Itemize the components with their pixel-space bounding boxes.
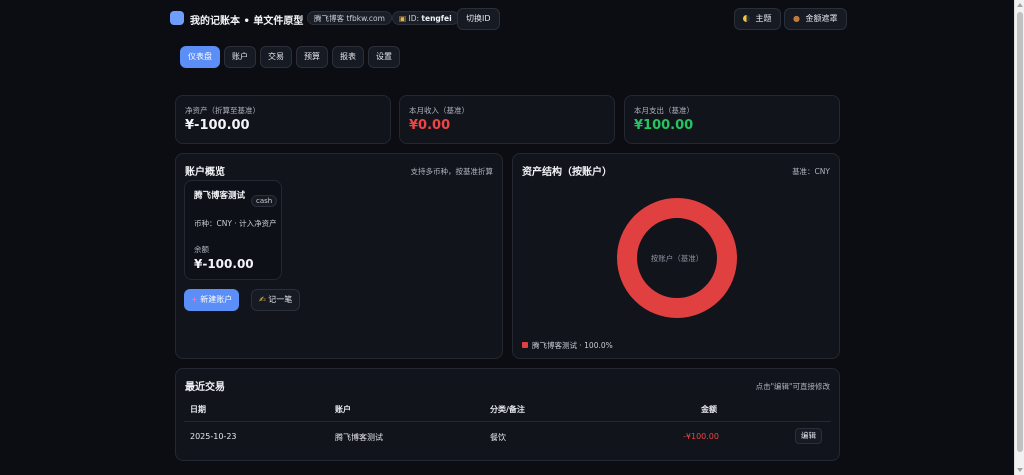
account-balance-label: 余额: [194, 245, 209, 254]
switch-id-button[interactable]: 切换ID: [457, 8, 500, 30]
user-id-badge: ▣ ID: tengfei: [392, 11, 459, 25]
app-title: 我的记账本 • 单文件原型: [190, 16, 304, 27]
recent-transactions-panel: 最近交易 点击"编辑"可直接修改 日期 账户 分类/备注 金额 2025-10-…: [175, 368, 840, 461]
net-assets-card: 净资产（折算至基准） ¥-100.00: [175, 95, 391, 144]
accounts-overview-hint: 支持多币种，按基准折算: [410, 167, 494, 176]
top-bar: 我的记账本 • 单文件原型 腾飞博客 tfbkw.com ▣ ID: tengf…: [170, 8, 847, 30]
legend-swatch: [522, 342, 528, 348]
monkey-icon: ●: [793, 14, 800, 23]
amount-mask-button[interactable]: ● 金额遮罩: [784, 8, 847, 30]
asset-donut-chart: 按账户（基准）: [617, 198, 737, 318]
header-divider: [184, 421, 831, 422]
half-moon-icon: [743, 15, 750, 22]
page-scrollbar[interactable]: [1014, 0, 1024, 475]
accounts-overview-title: 账户概览: [185, 167, 225, 178]
record-label: 记一笔: [268, 295, 293, 304]
col-date: 日期: [190, 405, 206, 414]
col-account: 账户: [335, 405, 351, 414]
new-account-button[interactable]: + 新建账户: [184, 289, 240, 311]
row-amount: -¥100.00: [683, 432, 719, 441]
account-balance: ¥-100.00: [194, 257, 254, 271]
edit-button[interactable]: 编辑: [795, 428, 822, 444]
tab-dashboard[interactable]: 仪表盘: [180, 46, 220, 68]
tab-accounts[interactable]: 账户: [224, 46, 256, 68]
col-amount: 金额: [701, 405, 717, 414]
tab-transactions[interactable]: 交易: [260, 46, 292, 68]
scroll-up-arrow-icon[interactable]: [1017, 3, 1023, 7]
theme-label: 主题: [755, 14, 772, 23]
account-name: 腾飞博客测试: [194, 191, 246, 201]
id-value: tengfei: [421, 14, 452, 23]
mask-label: 金额遮罩: [805, 14, 838, 23]
site-badge: 腾飞博客 tfbkw.com: [307, 11, 392, 25]
plus-icon: +: [191, 295, 198, 304]
scroll-thumb[interactable]: [1017, 12, 1023, 452]
net-assets-label: 净资产（折算至基准）: [185, 106, 260, 115]
scroll-down-arrow-icon[interactable]: [1017, 468, 1023, 472]
recent-transactions-hint: 点击"编辑"可直接修改: [755, 382, 830, 391]
asset-structure-title: 资产结构（按账户）: [522, 167, 612, 178]
net-assets-value: ¥-100.00: [185, 118, 250, 133]
theme-button[interactable]: 主题: [734, 8, 781, 30]
asset-structure-panel: 资产结构（按账户） 基准：CNY 按账户（基准） 腾飞博客测试 · 100.0%: [512, 153, 840, 359]
row-account: 腾飞博客测试: [335, 433, 383, 442]
account-type-badge: cash: [251, 195, 278, 207]
asset-structure-base: 基准：CNY: [792, 167, 830, 176]
month-expense-value: ¥100.00: [634, 118, 694, 133]
account-card[interactable]: 腾飞博客测试 cash 币种：CNY · 计入净资产 余额 ¥-100.00: [184, 180, 282, 280]
tab-budget[interactable]: 预算: [296, 46, 328, 68]
donut-center-label: 按账户（基准）: [651, 253, 704, 263]
account-meta: 币种：CNY · 计入净资产: [194, 219, 277, 228]
month-expense-label: 本月支出（基准）: [634, 106, 694, 115]
tab-reports[interactable]: 报表: [332, 46, 364, 68]
id-card-icon: ▣: [399, 14, 407, 23]
row-date: 2025-10-23: [190, 432, 237, 441]
recent-transactions-title: 最近交易: [185, 382, 225, 393]
record-button[interactable]: ✍ 记一笔: [251, 289, 301, 311]
month-income-card: 本月收入（基准） ¥0.00: [399, 95, 615, 144]
writing-hand-icon: ✍: [259, 295, 266, 304]
month-income-label: 本月收入（基准）: [409, 106, 469, 115]
app-logo: [170, 11, 184, 25]
accounts-overview-panel: 账户概览 支持多币种，按基准折算 腾飞博客测试 cash 币种：CNY · 计入…: [175, 153, 503, 359]
month-expense-card: 本月支出（基准） ¥100.00: [624, 95, 840, 144]
month-income-value: ¥0.00: [409, 118, 451, 133]
row-category: 餐饮: [490, 433, 506, 442]
tab-settings[interactable]: 设置: [368, 46, 400, 68]
new-account-label: 新建账户: [200, 295, 233, 304]
id-prefix: ID:: [408, 14, 419, 23]
legend-label: 腾飞博客测试 · 100.0%: [532, 341, 613, 350]
chart-legend: 腾飞博客测试 · 100.0%: [522, 340, 613, 351]
col-category: 分类/备注: [490, 405, 525, 414]
